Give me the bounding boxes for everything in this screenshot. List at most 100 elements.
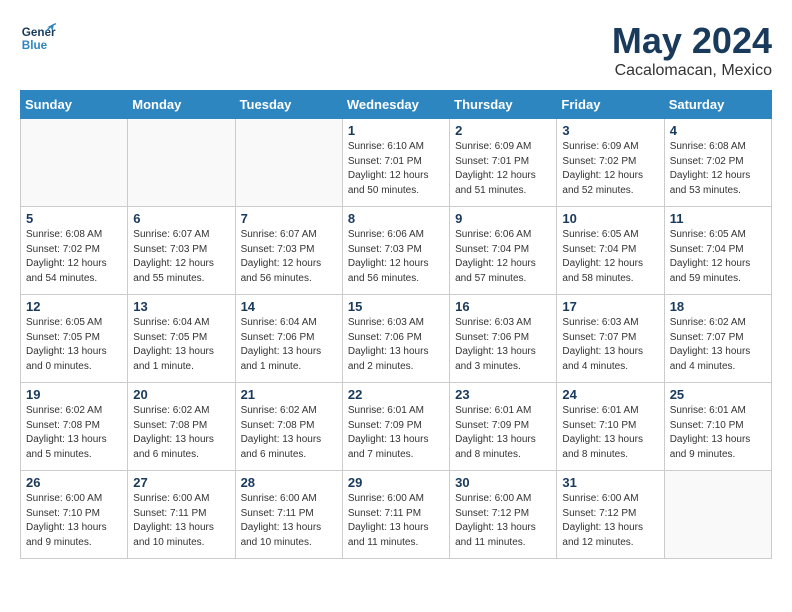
calendar-cell: 22 Sunrise: 6:01 AM Sunset: 7:09 PM Dayli… xyxy=(342,383,449,471)
day-info: Sunrise: 6:05 AM Sunset: 7:04 PM Dayligh… xyxy=(562,228,658,286)
day-number: 26 xyxy=(26,475,122,490)
location-subtitle: Cacalomacan, Mexico xyxy=(612,62,772,80)
day-number: 5 xyxy=(26,211,122,226)
day-number: 17 xyxy=(562,299,658,314)
day-info: Sunrise: 6:00 AM Sunset: 7:10 PM Dayligh… xyxy=(26,492,122,550)
day-info: Sunrise: 6:09 AM Sunset: 7:02 PM Dayligh… xyxy=(562,140,658,198)
day-of-week-header: Wednesday xyxy=(342,91,449,119)
day-number: 28 xyxy=(241,475,337,490)
day-info: Sunrise: 6:02 AM Sunset: 7:08 PM Dayligh… xyxy=(26,404,122,462)
day-of-week-header: Friday xyxy=(557,91,664,119)
calendar-cell: 26 Sunrise: 6:00 AM Sunset: 7:10 PM Dayli… xyxy=(21,471,128,559)
calendar-cell: 12 Sunrise: 6:05 AM Sunset: 7:05 PM Dayli… xyxy=(21,295,128,383)
day-info: Sunrise: 6:00 AM Sunset: 7:12 PM Dayligh… xyxy=(455,492,551,550)
calendar-cell: 31 Sunrise: 6:00 AM Sunset: 7:12 PM Dayli… xyxy=(557,471,664,559)
day-number: 31 xyxy=(562,475,658,490)
day-info: Sunrise: 6:05 AM Sunset: 7:05 PM Dayligh… xyxy=(26,316,122,374)
svg-text:General: General xyxy=(22,26,56,39)
calendar-cell: 27Sunrise: 6:00 AM Sunset: 7:11 PM Dayli… xyxy=(128,471,235,559)
calendar-cell: 25 Sunrise: 6:01 AM Sunset: 7:10 PM Dayli… xyxy=(664,383,771,471)
day-number: 15 xyxy=(348,299,444,314)
day-number: 20 xyxy=(133,387,229,402)
calendar-cell: 18 Sunrise: 6:02 AM Sunset: 7:07 PM Dayli… xyxy=(664,295,771,383)
day-number: 4 xyxy=(670,123,766,138)
day-number: 27 xyxy=(133,475,229,490)
day-of-week-header: Tuesday xyxy=(235,91,342,119)
day-number: 25 xyxy=(670,387,766,402)
calendar-cell: 20 Sunrise: 6:02 AM Sunset: 7:08 PM Dayli… xyxy=(128,383,235,471)
day-info: Sunrise: 6:01 AM Sunset: 7:09 PM Dayligh… xyxy=(455,404,551,462)
day-info: Sunrise: 6:02 AM Sunset: 7:07 PM Dayligh… xyxy=(670,316,766,374)
day-of-week-header: Thursday xyxy=(450,91,557,119)
calendar-cell xyxy=(664,471,771,559)
day-number: 11 xyxy=(670,211,766,226)
svg-text:Blue: Blue xyxy=(22,39,48,52)
calendar-table: SundayMondayTuesdayWednesdayThursdayFrid… xyxy=(20,90,772,559)
day-number: 18 xyxy=(670,299,766,314)
day-info: Sunrise: 6:01 AM Sunset: 7:10 PM Dayligh… xyxy=(670,404,766,462)
day-info: Sunrise: 6:01 AM Sunset: 7:09 PM Dayligh… xyxy=(348,404,444,462)
day-info: Sunrise: 6:00 AM Sunset: 7:12 PM Dayligh… xyxy=(562,492,658,550)
day-number: 2 xyxy=(455,123,551,138)
day-info: Sunrise: 6:06 AM Sunset: 7:03 PM Dayligh… xyxy=(348,228,444,286)
day-info: Sunrise: 6:03 AM Sunset: 7:06 PM Dayligh… xyxy=(455,316,551,374)
day-info: Sunrise: 6:00 AM Sunset: 7:11 PM Dayligh… xyxy=(241,492,337,550)
day-info: Sunrise: 6:07 AM Sunset: 7:03 PM Dayligh… xyxy=(133,228,229,286)
day-of-week-header: Monday xyxy=(128,91,235,119)
day-number: 12 xyxy=(26,299,122,314)
day-info: Sunrise: 6:02 AM Sunset: 7:08 PM Dayligh… xyxy=(241,404,337,462)
calendar-cell: 19 Sunrise: 6:02 AM Sunset: 7:08 PM Dayli… xyxy=(21,383,128,471)
calendar-cell: 14Sunrise: 6:04 AM Sunset: 7:06 PM Dayli… xyxy=(235,295,342,383)
day-info: Sunrise: 6:01 AM Sunset: 7:10 PM Dayligh… xyxy=(562,404,658,462)
day-number: 29 xyxy=(348,475,444,490)
calendar-cell: 3 Sunrise: 6:09 AM Sunset: 7:02 PM Daylig… xyxy=(557,119,664,207)
general-blue-icon: General Blue xyxy=(20,20,56,56)
title-block: May 2024 Cacalomacan, Mexico xyxy=(612,20,772,80)
logo: General Blue xyxy=(20,20,56,56)
day-number: 19 xyxy=(26,387,122,402)
day-info: Sunrise: 6:03 AM Sunset: 7:06 PM Dayligh… xyxy=(348,316,444,374)
day-info: Sunrise: 6:04 AM Sunset: 7:05 PM Dayligh… xyxy=(133,316,229,374)
day-number: 14 xyxy=(241,299,337,314)
calendar-cell xyxy=(128,119,235,207)
calendar-cell: 30 Sunrise: 6:00 AM Sunset: 7:12 PM Dayli… xyxy=(450,471,557,559)
day-number: 7 xyxy=(241,211,337,226)
day-number: 8 xyxy=(348,211,444,226)
calendar-cell xyxy=(235,119,342,207)
day-number: 21 xyxy=(241,387,337,402)
day-info: Sunrise: 6:10 AM Sunset: 7:01 PM Dayligh… xyxy=(348,140,444,198)
calendar-cell: 9Sunrise: 6:06 AM Sunset: 7:04 PM Daylig… xyxy=(450,207,557,295)
calendar-cell: 16 Sunrise: 6:03 AM Sunset: 7:06 PM Dayli… xyxy=(450,295,557,383)
day-number: 6 xyxy=(133,211,229,226)
calendar-cell: 23 Sunrise: 6:01 AM Sunset: 7:09 PM Dayli… xyxy=(450,383,557,471)
calendar-cell: 24Sunrise: 6:01 AM Sunset: 7:10 PM Dayli… xyxy=(557,383,664,471)
day-info: Sunrise: 6:09 AM Sunset: 7:01 PM Dayligh… xyxy=(455,140,551,198)
day-info: Sunrise: 6:07 AM Sunset: 7:03 PM Dayligh… xyxy=(241,228,337,286)
calendar-cell: 5 Sunrise: 6:08 AM Sunset: 7:02 PM Daylig… xyxy=(21,207,128,295)
day-number: 22 xyxy=(348,387,444,402)
day-info: Sunrise: 6:06 AM Sunset: 7:04 PM Dayligh… xyxy=(455,228,551,286)
day-number: 3 xyxy=(562,123,658,138)
day-info: Sunrise: 6:03 AM Sunset: 7:07 PM Dayligh… xyxy=(562,316,658,374)
page-header: General Blue May 2024 Cacalomacan, Mexic… xyxy=(20,20,772,80)
day-info: Sunrise: 6:02 AM Sunset: 7:08 PM Dayligh… xyxy=(133,404,229,462)
calendar-cell: 2 Sunrise: 6:09 AM Sunset: 7:01 PM Daylig… xyxy=(450,119,557,207)
calendar-cell: 17 Sunrise: 6:03 AM Sunset: 7:07 PM Dayli… xyxy=(557,295,664,383)
calendar-cell: 11 Sunrise: 6:05 AM Sunset: 7:04 PM Dayli… xyxy=(664,207,771,295)
calendar-cell: 29 Sunrise: 6:00 AM Sunset: 7:11 PM Dayli… xyxy=(342,471,449,559)
day-info: Sunrise: 6:00 AM Sunset: 7:11 PM Dayligh… xyxy=(348,492,444,550)
day-number: 23 xyxy=(455,387,551,402)
calendar-cell: 1Sunrise: 6:10 AM Sunset: 7:01 PM Daylig… xyxy=(342,119,449,207)
calendar-cell xyxy=(21,119,128,207)
calendar-cell: 4 Sunrise: 6:08 AM Sunset: 7:02 PM Daylig… xyxy=(664,119,771,207)
day-number: 13 xyxy=(133,299,229,314)
day-number: 16 xyxy=(455,299,551,314)
day-info: Sunrise: 6:08 AM Sunset: 7:02 PM Dayligh… xyxy=(670,140,766,198)
day-of-week-header: Saturday xyxy=(664,91,771,119)
day-info: Sunrise: 6:08 AM Sunset: 7:02 PM Dayligh… xyxy=(26,228,122,286)
calendar-cell: 10 Sunrise: 6:05 AM Sunset: 7:04 PM Dayli… xyxy=(557,207,664,295)
day-info: Sunrise: 6:05 AM Sunset: 7:04 PM Dayligh… xyxy=(670,228,766,286)
calendar-cell: 28 Sunrise: 6:00 AM Sunset: 7:11 PM Dayli… xyxy=(235,471,342,559)
day-number: 10 xyxy=(562,211,658,226)
day-number: 30 xyxy=(455,475,551,490)
